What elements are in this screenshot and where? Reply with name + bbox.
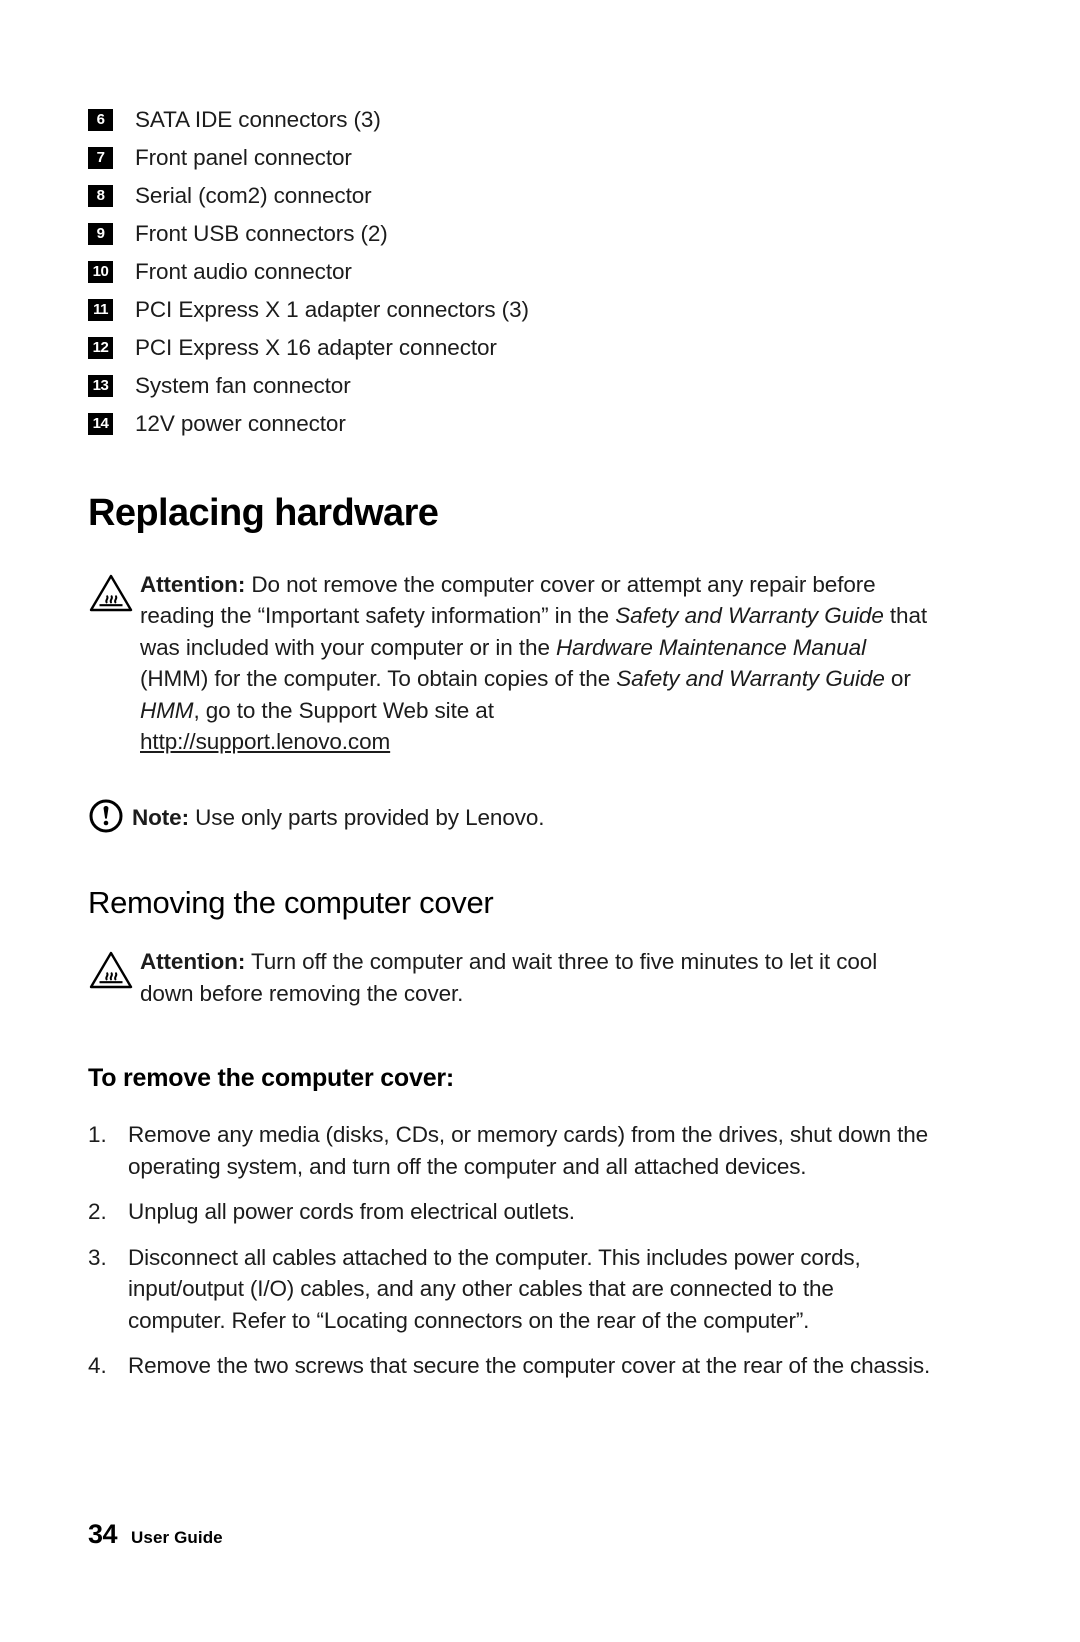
step-number: 4. — [88, 1353, 107, 1379]
list-item: 7 Front panel connector — [88, 142, 936, 180]
note-exclamation-icon — [88, 798, 132, 839]
list-item: 9 Front USB connectors (2) — [88, 218, 936, 256]
legend-item-label: Serial (com2) connector — [135, 183, 372, 208]
attention-label: Attention: — [140, 571, 246, 597]
attention-text-part-4: or — [884, 666, 911, 692]
note-label: Note: — [132, 805, 189, 831]
attention-block-cover: Attention: Turn off the computer and wai… — [88, 946, 936, 1009]
legend-item-label: Front audio connector — [135, 259, 352, 284]
step-text: Remove any media (disks, CDs, or memory … — [128, 1122, 928, 1179]
list-item: 2. Unplug all power cords from electrica… — [88, 1196, 936, 1228]
support-url-link[interactable]: http://support.lenovo.com — [140, 729, 390, 754]
hot-surface-warning-icon — [88, 946, 140, 995]
attention-italic-3: Safety and Warranty Guide — [616, 666, 885, 692]
legend-item-label: Front USB connectors (2) — [135, 221, 388, 246]
hot-surface-warning-icon — [88, 569, 140, 618]
legend-item-label: PCI Express X 1 adapter connectors (3) — [135, 297, 529, 322]
footer-label: User Guide — [131, 1528, 223, 1547]
list-item: 6 SATA IDE connectors (3) — [88, 104, 936, 142]
list-item: 12 PCI Express X 16 adapter connector — [88, 332, 936, 370]
note-block: Note: Use only parts provided by Lenovo. — [88, 798, 936, 839]
attention-text-part-3: (HMM) for the computer. To obtain copies… — [140, 666, 617, 692]
list-item: 1. Remove any media (disks, CDs, or memo… — [88, 1119, 936, 1182]
list-item: 14 12V power connector — [88, 408, 936, 446]
attention-block-hardware: Attention: Do not remove the computer co… — [88, 569, 936, 758]
step-text: Remove the two screws that secure the co… — [128, 1353, 931, 1379]
legend-number-badge: 8 — [88, 185, 113, 207]
step-number: 1. — [88, 1122, 107, 1148]
page-content: 6 SATA IDE connectors (3) 7 Front panel … — [88, 104, 936, 1396]
list-item: 4. Remove the two screws that secure the… — [88, 1350, 936, 1382]
step-text: Disconnect all cables attached to the co… — [128, 1244, 861, 1333]
legend-item-label: SATA IDE connectors (3) — [135, 107, 381, 132]
legend-item-label: 12V power connector — [135, 411, 346, 436]
legend-number-badge: 9 — [88, 223, 113, 245]
step-text: Unplug all power cords from electrical o… — [128, 1199, 575, 1225]
attention-label: Attention: — [140, 949, 246, 975]
legend-number-badge: 6 — [88, 109, 113, 131]
legend-number-badge: 11 — [88, 299, 113, 321]
list-item: 3. Disconnect all cables attached to the… — [88, 1242, 936, 1337]
attention-italic-4: HMM — [140, 697, 194, 723]
attention-text-part-5: , go to the Support Web site at — [193, 697, 494, 723]
attention-text-hardware: Attention: Do not remove the computer co… — [140, 569, 936, 758]
step-number: 2. — [88, 1199, 107, 1225]
attention-text-cover: Attention: Turn off the computer and wai… — [140, 946, 936, 1009]
legend-item-label: System fan connector — [135, 373, 351, 398]
legend-number-badge: 12 — [88, 337, 113, 359]
footer-page-number: 34 — [88, 1519, 118, 1549]
list-item: 8 Serial (com2) connector — [88, 180, 936, 218]
attention-italic-2: Hardware Maintenance Manual — [556, 634, 866, 660]
task-title: To remove the computer cover: — [88, 1064, 455, 1093]
connector-legend-list: 6 SATA IDE connectors (3) 7 Front panel … — [88, 104, 936, 446]
legend-number-badge: 13 — [88, 375, 113, 397]
step-number: 3. — [88, 1244, 107, 1270]
list-item: 10 Front audio connector — [88, 256, 936, 294]
legend-number-badge: 14 — [88, 413, 113, 435]
subsection-title: Removing the computer cover — [88, 884, 494, 920]
page-title: Replacing hardware — [88, 492, 439, 534]
document-page: 6 SATA IDE connectors (3) 7 Front panel … — [0, 0, 1080, 1642]
legend-number-badge: 7 — [88, 147, 113, 169]
legend-item-label: Front panel connector — [135, 145, 352, 170]
list-item: 11 PCI Express X 1 adapter connectors (3… — [88, 294, 936, 332]
list-item: 13 System fan connector — [88, 370, 936, 408]
note-text: Note: Use only parts provided by Lenovo. — [132, 802, 545, 834]
note-body-text: Use only parts provided by Lenovo. — [189, 805, 545, 831]
page-footer: 34 User Guide — [88, 1519, 223, 1550]
procedure-steps-list: 1. Remove any media (disks, CDs, or memo… — [88, 1119, 936, 1382]
legend-item-label: PCI Express X 16 adapter connector — [135, 335, 497, 360]
legend-number-badge: 10 — [88, 261, 113, 283]
attention-italic-1: Safety and Warranty Guide — [615, 603, 884, 629]
attention-body-text: Turn off the computer and wait three to … — [140, 949, 878, 1006]
